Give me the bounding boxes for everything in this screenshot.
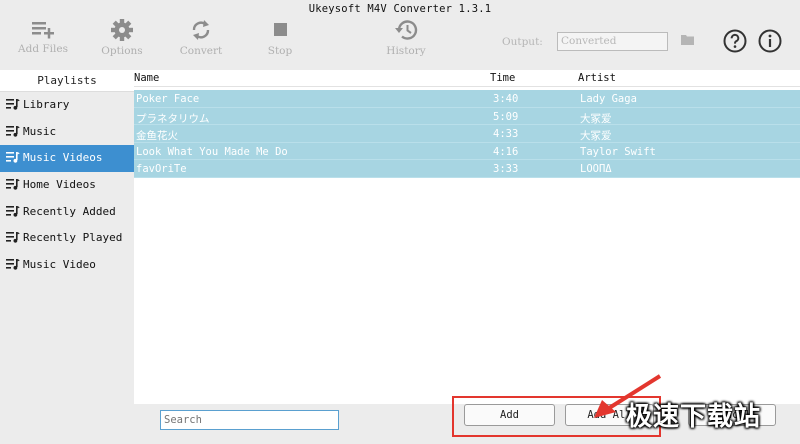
- column-time[interactable]: Time: [490, 72, 515, 84]
- cell-name: favOriTe: [136, 163, 187, 176]
- playlist-list: Library Music Music Videos Home Videos Recen…: [0, 92, 134, 279]
- cell-name: 金鱼花火: [136, 130, 178, 143]
- folder-icon[interactable]: [681, 34, 694, 45]
- cell-time: 5:09: [493, 110, 519, 123]
- stop-button[interactable]: Stop: [245, 18, 315, 68]
- track-table: Name Time Artist Poker Face 3:40 Lady Gaga…: [134, 70, 800, 404]
- convert-button[interactable]: Convert: [166, 18, 236, 68]
- sidebar-item-label: Recently Added: [23, 204, 116, 218]
- column-name[interactable]: Name: [134, 72, 159, 84]
- column-artist[interactable]: Artist: [578, 72, 616, 84]
- table-row[interactable]: Poker Face 3:40 Lady Gaga: [134, 90, 800, 108]
- playlist-icon: [6, 99, 20, 110]
- cell-artist: Taylor Swift: [580, 145, 656, 158]
- sidebar-item-label: Library: [23, 98, 70, 111]
- sidebar-item-label: Music Video: [23, 258, 96, 272]
- playlist-icon: [6, 179, 20, 190]
- options-button[interactable]: Options: [87, 18, 157, 68]
- options-label: Options: [101, 45, 143, 57]
- playlist-icon: [6, 152, 20, 164]
- convert-label: Convert: [179, 45, 223, 57]
- sidebar-item-label: Music: [23, 124, 57, 138]
- output-label: Output:: [502, 36, 543, 48]
- history-label: History: [386, 45, 426, 57]
- table-header: Name Time Artist: [134, 70, 800, 87]
- cell-artist: 大冢爱: [580, 130, 612, 143]
- cell-artist: Lady Gaga: [580, 93, 637, 105]
- stop-icon: [274, 23, 287, 36]
- output-field[interactable]: Converted: [557, 32, 668, 51]
- sidebar-item-home-videos[interactable]: Home Videos: [0, 172, 134, 199]
- add-files-button[interactable]: Add Files: [8, 18, 78, 68]
- cell-time: 3:40: [493, 93, 519, 105]
- playlist-icon: [6, 259, 20, 270]
- gear-icon: [111, 19, 133, 41]
- history-icon: [395, 20, 418, 40]
- cell-name: プラネタリウム: [136, 112, 210, 125]
- sidebar-item-music[interactable]: Music: [0, 119, 134, 146]
- add-files-label: Add Files: [18, 43, 68, 55]
- sidebar-item-recently-played[interactable]: Recently Played: [0, 225, 134, 252]
- table-row[interactable]: 金鱼花火 4:33 大冢爱: [134, 125, 800, 143]
- cell-name: Look What You Made Me Do: [136, 145, 288, 158]
- cell-time: 4:33: [493, 128, 519, 141]
- playlist-icon: [6, 125, 20, 137]
- cell-name: Poker Face: [136, 93, 200, 105]
- sidebar-item-library[interactable]: Library: [0, 92, 134, 119]
- table-row[interactable]: Look What You Made Me Do 4:16 Taylor Swift: [134, 142, 800, 161]
- info-icon[interactable]: [758, 29, 782, 53]
- playlists-sidebar: Playlists Library Music Music Videos Home V…: [0, 70, 134, 404]
- cell-time: 4:16: [493, 145, 519, 158]
- watermark: 极速下载站: [626, 402, 762, 432]
- stop-label: Stop: [267, 45, 293, 57]
- sidebar-item-music-video[interactable]: Music Video: [0, 252, 134, 279]
- table-row[interactable]: プラネタリウム 5:09 大冢爱: [134, 107, 800, 126]
- window-title: Ukeysoft M4V Converter 1.3.1: [308, 3, 492, 15]
- cell-artist: 大冢爱: [580, 112, 612, 125]
- playlists-header: Playlists: [0, 70, 134, 92]
- cell-artist: LOOΠΔ: [580, 163, 612, 176]
- playlist-icon: [6, 232, 20, 244]
- add-files-icon: [32, 22, 54, 39]
- search-input[interactable]: [160, 410, 339, 430]
- cell-time: 3:33: [493, 163, 519, 176]
- playlist-icon: [6, 205, 20, 217]
- help-icon[interactable]: [723, 29, 747, 53]
- history-button[interactable]: History: [371, 18, 441, 68]
- sidebar-item-music-videos[interactable]: Music Videos: [0, 145, 134, 173]
- sidebar-item-recently-added[interactable]: Recently Added: [0, 199, 134, 226]
- sidebar-item-label: Home Videos: [23, 178, 96, 192]
- table-row[interactable]: favOriTe 3:33 LOOΠΔ: [134, 160, 800, 178]
- refresh-icon: [192, 20, 210, 40]
- sidebar-item-label: Music Videos: [23, 151, 103, 165]
- table-rows: Poker Face 3:40 Lady Gaga プラネタリウム 5:09 大冢爱 金鱼花…: [134, 90, 800, 178]
- sidebar-item-label: Recently Played: [23, 231, 123, 245]
